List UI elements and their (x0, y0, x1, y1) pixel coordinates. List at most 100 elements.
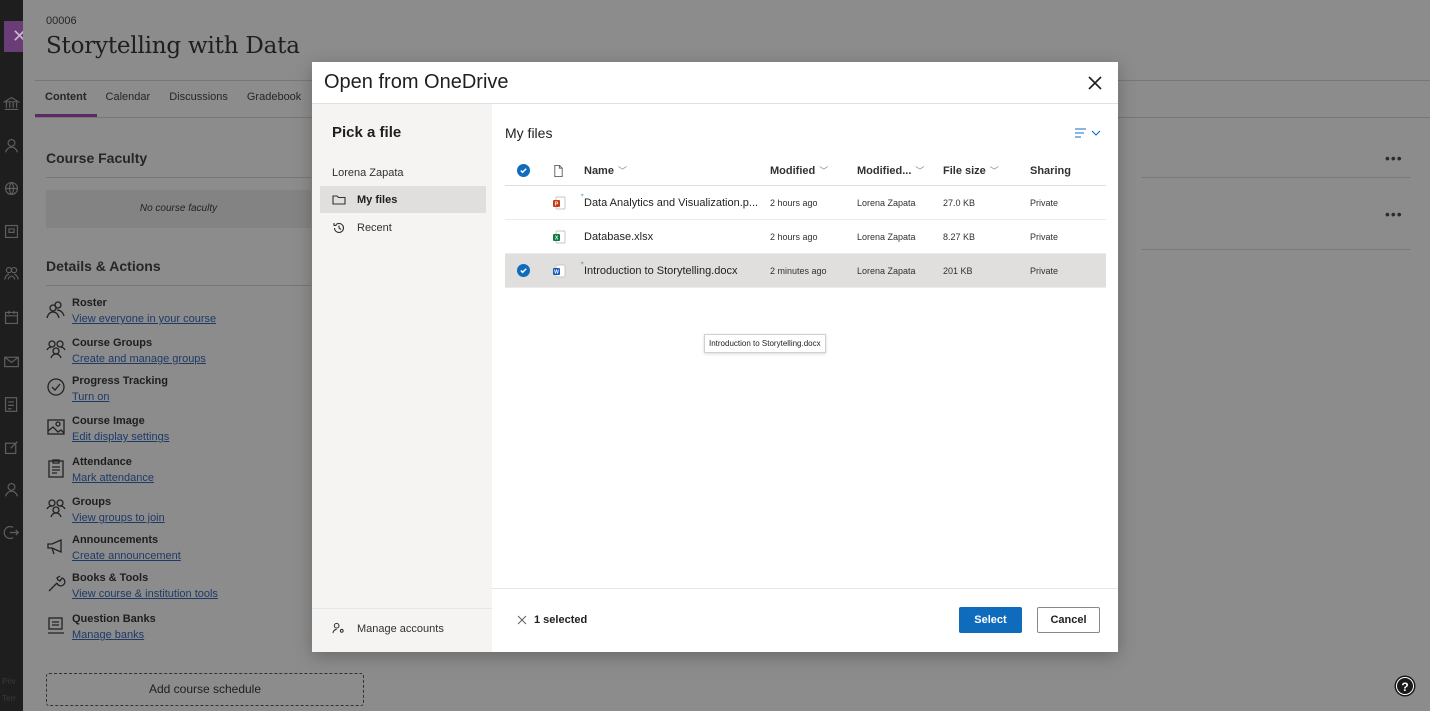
privacy-link[interactable]: Priv (2, 677, 16, 686)
manage-accounts-button[interactable]: Manage accounts (332, 622, 444, 635)
more-options-icon[interactable]: ••• (1385, 206, 1403, 222)
history-icon (332, 221, 346, 235)
close-icon[interactable] (1082, 70, 1108, 96)
edit-icon[interactable] (3, 439, 20, 456)
file-list-pane: My files Name ﹀ Modified ﹀ Modified... ﹀ Fi… (492, 104, 1118, 652)
file-modified: 2 hours ago (770, 231, 818, 242)
word-file-icon: W (552, 254, 570, 287)
action-link[interactable]: Manage banks (72, 629, 144, 641)
file-row-selected[interactable]: W ⁺ Introduction to Storytelling.docx 2 … (505, 254, 1106, 288)
courses-icon[interactable] (3, 223, 20, 240)
action-link[interactable]: Edit display settings (72, 431, 169, 443)
course-id: 00006 (46, 15, 77, 27)
profile-icon[interactable] (3, 137, 20, 154)
action-title: Books & Tools (72, 572, 149, 584)
messages-icon[interactable] (3, 353, 20, 370)
picker-navigation: Pick a file Lorena Zapata My files Recen… (312, 104, 492, 652)
checkmark-icon (517, 164, 530, 177)
file-size: 201 KB (943, 265, 973, 276)
tab-content[interactable]: Content (45, 91, 87, 103)
file-sharing: Private (1030, 197, 1059, 208)
checkmark-icon (517, 264, 530, 277)
nav-item-label: Recent (357, 221, 392, 234)
tab-gradebook[interactable]: Gradebook (247, 91, 301, 103)
column-header-name[interactable]: Name ﹀ (584, 156, 760, 185)
action-course-groups: Course Groups Create and manage groups (46, 337, 326, 373)
divider (46, 285, 311, 286)
close-icon (517, 615, 527, 625)
cancel-button[interactable]: Cancel (1037, 607, 1100, 633)
action-roster: Roster View everyone in your course (46, 297, 326, 333)
chevron-down-icon: ﹀ (915, 166, 925, 176)
no-faculty-message: No course faculty (46, 190, 311, 228)
file-row[interactable]: X Database.xlsx 2 hours ago Lorena Zapat… (505, 220, 1106, 254)
check-circle-icon (46, 377, 66, 397)
file-modified-by: Lorena Zapata (857, 197, 916, 208)
group-icon (46, 498, 66, 518)
manage-accounts-label: Manage accounts (357, 622, 444, 635)
action-link[interactable]: Create and manage groups (72, 353, 206, 365)
user-icon[interactable] (3, 481, 20, 498)
details-actions-heading: Details & Actions (46, 258, 161, 274)
row-checkbox[interactable] (517, 254, 531, 287)
file-row[interactable]: P ⁺ Data Analytics and Visualization.p..… (505, 186, 1106, 220)
action-attendance: Attendance Mark attendance (46, 456, 326, 492)
divider (1141, 177, 1411, 178)
column-header-file-size[interactable]: File size ﹀ (943, 156, 1023, 185)
chevron-down-icon: ﹀ (819, 166, 829, 176)
file-type-column-icon[interactable] (552, 156, 570, 185)
account-name: Lorena Zapata (332, 167, 404, 179)
action-title: Question Banks (72, 613, 156, 625)
action-link[interactable]: Turn on (72, 391, 110, 403)
action-title: Course Image (72, 415, 145, 427)
grades-icon[interactable] (3, 396, 20, 413)
onedrive-file-picker-dialog: Open from OneDrive Pick a file Lorena Za… (312, 62, 1118, 652)
nav-item-my-files[interactable]: My files (320, 186, 486, 213)
organizations-icon[interactable] (3, 265, 20, 282)
action-link[interactable]: Create announcement (72, 550, 181, 562)
action-link[interactable]: View course & institution tools (72, 588, 218, 600)
clipboard-icon (46, 458, 66, 478)
file-name: Database.xlsx (584, 230, 654, 243)
add-course-schedule-button[interactable]: Add course schedule (46, 673, 364, 706)
file-modified: 2 minutes ago (770, 265, 827, 276)
terms-link[interactable]: Terr (2, 694, 16, 703)
svg-text:W: W (554, 269, 559, 275)
file-modified-by: Lorena Zapata (857, 231, 916, 242)
group-icon (46, 339, 66, 359)
column-label: Name (584, 164, 614, 177)
view-options-icon[interactable] (1073, 125, 1103, 141)
file-name: Data Analytics and Visualization.p... (584, 196, 759, 209)
action-title: Progress Tracking (72, 375, 168, 387)
globe-icon[interactable] (3, 180, 20, 197)
action-link[interactable]: Mark attendance (72, 472, 154, 484)
divider (1141, 249, 1411, 250)
excel-file-icon: X (552, 220, 570, 253)
clear-selection-button[interactable]: 1 selected (517, 614, 587, 626)
action-link[interactable]: View groups to join (72, 512, 165, 524)
tab-discussions[interactable]: Discussions (169, 91, 228, 103)
column-header-sharing[interactable]: Sharing (1030, 156, 1100, 185)
help-icon[interactable]: ? (1396, 677, 1414, 695)
more-options-icon[interactable]: ••• (1385, 150, 1403, 166)
institution-icon[interactable] (2, 95, 21, 112)
file-sharing: Private (1030, 265, 1059, 276)
select-button[interactable]: Select (959, 607, 1022, 633)
action-link[interactable]: View everyone in your course (72, 313, 216, 325)
bank-icon (46, 615, 66, 635)
wrench-icon (46, 574, 66, 594)
select-all-checkbox[interactable] (517, 156, 531, 185)
tab-calendar[interactable]: Calendar (106, 91, 151, 103)
nav-item-recent[interactable]: Recent (320, 214, 486, 241)
calendar-icon[interactable] (3, 309, 20, 326)
column-label: Sharing (1030, 164, 1071, 177)
action-course-image: Course Image Edit display settings (46, 415, 326, 451)
action-title: Roster (72, 297, 107, 309)
sign-out-icon[interactable] (3, 524, 20, 541)
column-header-modified-by[interactable]: Modified... ﹀ (857, 156, 939, 185)
selected-count: 1 selected (534, 614, 588, 626)
column-header-modified[interactable]: Modified ﹀ (770, 156, 850, 185)
powerpoint-file-icon: P (552, 186, 570, 219)
chevron-down-icon: ﹀ (989, 166, 999, 176)
action-announcements: Announcements Create announcement (46, 534, 326, 570)
